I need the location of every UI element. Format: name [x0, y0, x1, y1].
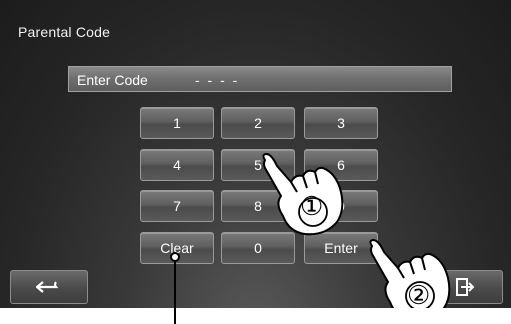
key-1[interactable]: 1 — [140, 107, 214, 139]
key-7[interactable]: 7 — [140, 190, 214, 222]
key-2[interactable]: 2 — [221, 107, 295, 139]
step-2-label: ② — [407, 280, 431, 308]
key-4[interactable]: 4 — [140, 149, 214, 181]
back-button[interactable] — [10, 270, 88, 304]
figure: Parental Code Enter Code - - - - 1 2 3 4… — [0, 0, 511, 324]
code-label: Enter Code — [77, 72, 148, 88]
clear-callout-dot — [170, 252, 180, 262]
code-value: - - - - — [195, 72, 240, 88]
step-1-label: ① — [300, 191, 324, 221]
clear-callout-line — [174, 255, 176, 324]
page-title: Parental Code — [18, 24, 111, 40]
parental-code-screen: Parental Code Enter Code - - - - 1 2 3 4… — [0, 0, 511, 308]
key-3[interactable]: 3 — [304, 107, 378, 139]
code-display: Enter Code - - - - — [68, 66, 452, 92]
back-arrow-icon — [35, 281, 59, 293]
